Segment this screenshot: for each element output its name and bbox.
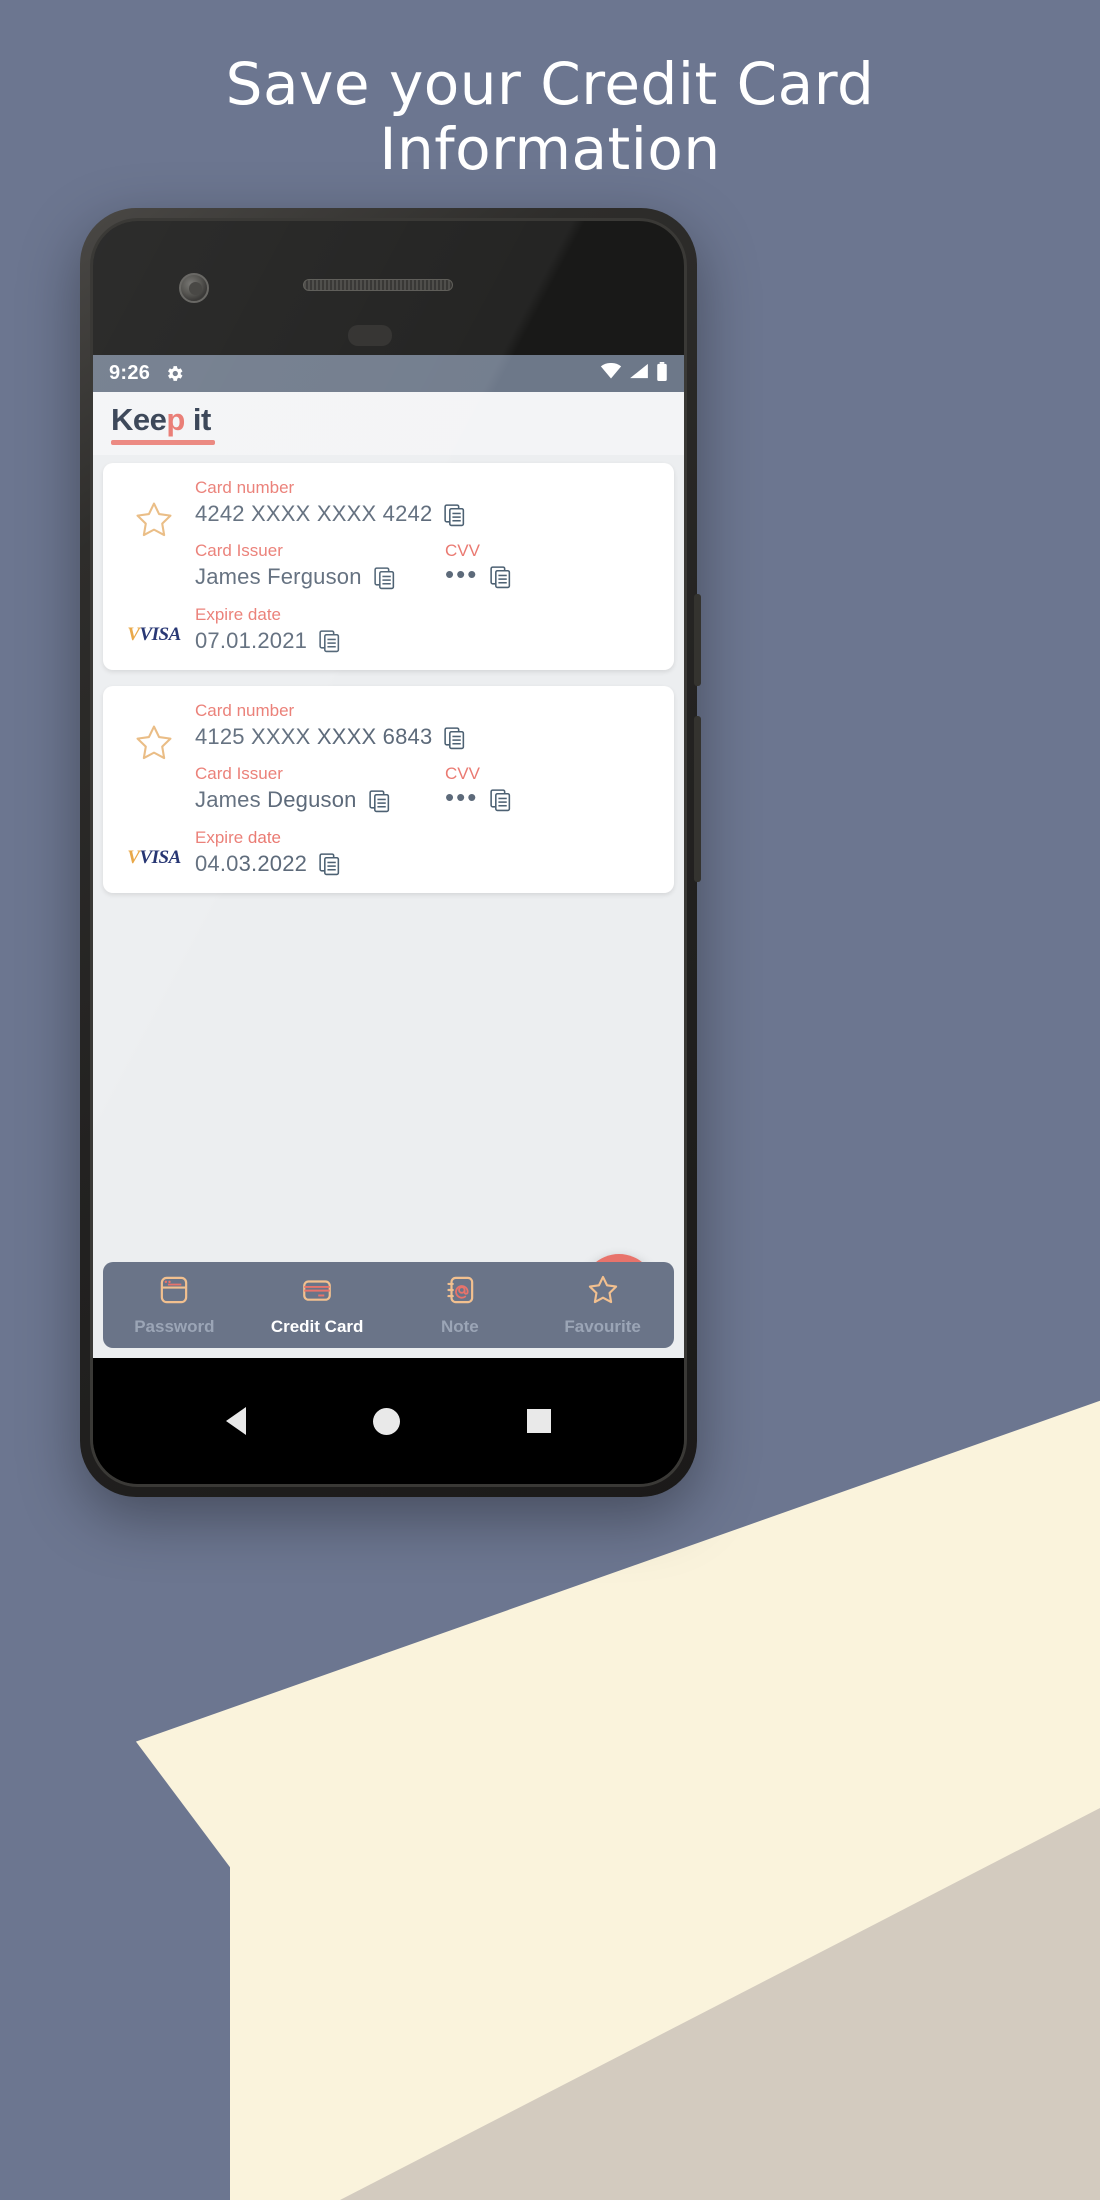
- password-window-icon: [157, 1273, 191, 1312]
- home-circle-icon[interactable]: [372, 1407, 400, 1435]
- cvv-column: CVV •••: [445, 540, 662, 603]
- bottom-navigation: Password Credit Card Note Favourite: [103, 1262, 674, 1348]
- nav-label-favourite: Favourite: [564, 1317, 641, 1336]
- nav-label-note: Note: [440, 1317, 479, 1336]
- card-issuer-column: Card Issuer James Deguson: [195, 763, 445, 826]
- copy-icon[interactable]: [442, 725, 467, 750]
- front-camera-icon: [179, 273, 209, 303]
- app-bar: Keep it: [93, 392, 684, 455]
- visa-brand-logo: VVISAVISA: [127, 846, 181, 868]
- credit-card-icon: [300, 1273, 334, 1312]
- page-headline: Save your Credit Card Information: [0, 52, 1100, 182]
- copy-icon[interactable]: [317, 628, 342, 653]
- phone-mockup: 9:26 Keep it VVISA Card number 4242 XXXX…: [80, 208, 701, 1497]
- expire-date-label: Expire date: [195, 604, 281, 624]
- card-issuer-label: Card Issuer: [195, 541, 283, 561]
- card-body: Card number 4242 XXXX XXXX 4242 Card Iss…: [193, 477, 662, 654]
- card-number-label: Card number: [195, 478, 295, 497]
- nav-item-favourite[interactable]: Favourite: [531, 1273, 674, 1337]
- gear-icon: [164, 363, 185, 384]
- card-issuer-row: James Ferguson: [195, 564, 445, 590]
- card-number-row: 4242 XXXX XXXX 4242: [195, 501, 662, 527]
- app-logo-part-3: it: [184, 402, 211, 437]
- card-body: Card number 4125 XXXX XXXX 6843 Card Iss…: [193, 700, 662, 877]
- nav-item-note[interactable]: Note: [389, 1273, 532, 1337]
- phone-top-bezel: [93, 221, 684, 355]
- card-issuer-value: James Deguson: [195, 787, 357, 813]
- app-screen: 9:26 Keep it VVISA Card number 4242 XXXX…: [93, 355, 684, 1358]
- expire-date-value: 07.01.2021: [195, 627, 308, 653]
- headline-line-2: Information: [379, 114, 721, 183]
- headline-line-1: Save your Credit Card: [225, 50, 875, 118]
- card-number-value: 4242 XXXX XXXX 4242: [195, 500, 433, 526]
- star-outline-icon[interactable]: [133, 499, 175, 546]
- card-issuer-label: Card Issuer: [195, 764, 283, 784]
- expire-date-row: 04.03.2022: [195, 851, 662, 877]
- credit-card-item[interactable]: VVISAVISA Card number 4125 XXXX XXXX 684…: [103, 685, 674, 893]
- android-system-nav: [93, 1358, 684, 1484]
- card-left-column: VVISAVISA: [115, 477, 193, 654]
- signal-icon: [629, 363, 649, 384]
- expire-date-row: 07.01.2021: [195, 628, 662, 654]
- status-bar: 9:26: [93, 355, 684, 392]
- status-time: 9:26: [109, 362, 151, 384]
- cvv-value: •••: [445, 781, 479, 812]
- copy-icon[interactable]: [372, 565, 397, 590]
- battery-icon: [656, 361, 668, 386]
- nav-label-password: Password: [134, 1317, 215, 1336]
- copy-icon[interactable]: [317, 851, 342, 876]
- nav-item-password[interactable]: Password: [103, 1273, 246, 1337]
- status-icons: [600, 361, 668, 386]
- card-number-label: Card number: [195, 700, 295, 720]
- copy-icon[interactable]: [442, 502, 467, 527]
- cvv-value: •••: [445, 558, 479, 589]
- card-number-value: 4125 XXXX XXXX 6843: [195, 723, 433, 749]
- note-at-icon: [443, 1273, 477, 1312]
- star-outline-icon: [586, 1273, 620, 1312]
- back-triangle-icon[interactable]: [226, 1407, 247, 1435]
- expire-date-value: 04.03.2022: [195, 850, 308, 876]
- app-logo: Keep it: [111, 402, 215, 445]
- card-issuer-row: James Deguson: [195, 787, 445, 813]
- credit-card-item[interactable]: VVISAVISA Card number 4242 XXXX XXXX 424…: [103, 463, 674, 670]
- star-outline-icon[interactable]: [133, 722, 175, 769]
- card-issuer-value: James Ferguson: [195, 564, 362, 590]
- app-logo-part-2: p: [166, 402, 185, 437]
- app-logo-underline: [111, 440, 215, 445]
- expire-date-label: Expire date: [195, 827, 281, 847]
- recents-square-icon[interactable]: [526, 1409, 551, 1433]
- card-issuer-cvv-grid: Card Issuer James Deguson CVV •••: [195, 763, 662, 826]
- phone-screen-frame: 9:26 Keep it VVISA Card number 4242 XXXX…: [90, 218, 687, 1487]
- card-number-row: 4125 XXXX XXXX 6843: [195, 724, 662, 750]
- copy-icon[interactable]: [488, 787, 513, 812]
- wifi-icon: [600, 362, 622, 384]
- nav-label-credit-card: Credit Card: [270, 1317, 364, 1336]
- app-logo-part-1: Kee: [111, 402, 167, 437]
- phone-volume-button: [694, 594, 701, 686]
- card-list: VVISAVISA Card number 4242 XXXX XXXX 424…: [93, 455, 684, 1358]
- cvv-row: •••: [445, 558, 662, 589]
- cvv-row: •••: [445, 781, 662, 812]
- proximity-sensor: [348, 325, 392, 346]
- cvv-column: CVV •••: [445, 763, 662, 826]
- nav-item-credit-card[interactable]: Credit Card: [246, 1273, 389, 1337]
- visa-brand-logo: VVISAVISA: [127, 623, 181, 645]
- copy-icon[interactable]: [488, 564, 513, 589]
- earpiece-speaker: [303, 279, 453, 291]
- card-left-column: VVISAVISA: [115, 700, 193, 877]
- copy-icon[interactable]: [367, 788, 392, 813]
- card-issuer-cvv-grid: Card Issuer James Ferguson CVV •••: [195, 540, 662, 603]
- card-issuer-column: Card Issuer James Ferguson: [195, 540, 445, 603]
- phone-power-button: [694, 716, 701, 882]
